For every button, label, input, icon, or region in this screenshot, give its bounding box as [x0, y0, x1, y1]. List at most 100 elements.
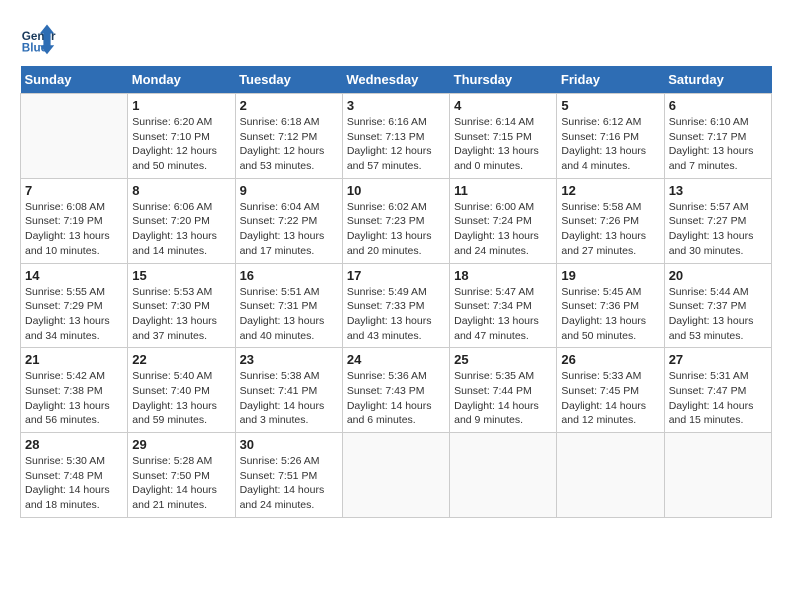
day-number: 19: [561, 268, 659, 283]
sunset-text: Sunset: 7:41 PM: [240, 385, 318, 397]
calendar-day-cell: [664, 433, 771, 518]
daylight-text: Daylight: 13 hours and 59 minutes.: [132, 400, 217, 427]
sunset-text: Sunset: 7:15 PM: [454, 131, 532, 143]
day-info: Sunrise: 6:08 AM Sunset: 7:19 PM Dayligh…: [25, 200, 123, 259]
calendar-day-cell: 22 Sunrise: 5:40 AM Sunset: 7:40 PM Dayl…: [128, 348, 235, 433]
sunrise-text: Sunrise: 6:00 AM: [454, 201, 534, 213]
day-info: Sunrise: 5:47 AM Sunset: 7:34 PM Dayligh…: [454, 285, 552, 344]
daylight-text: Daylight: 13 hours and 43 minutes.: [347, 315, 432, 342]
sunset-text: Sunset: 7:45 PM: [561, 385, 639, 397]
sunrise-text: Sunrise: 6:16 AM: [347, 116, 427, 128]
sunset-text: Sunset: 7:20 PM: [132, 215, 210, 227]
day-info: Sunrise: 6:18 AM Sunset: 7:12 PM Dayligh…: [240, 115, 338, 174]
sunrise-text: Sunrise: 5:42 AM: [25, 370, 105, 382]
sunset-text: Sunset: 7:26 PM: [561, 215, 639, 227]
calendar-day-cell: 25 Sunrise: 5:35 AM Sunset: 7:44 PM Dayl…: [450, 348, 557, 433]
day-info: Sunrise: 6:04 AM Sunset: 7:22 PM Dayligh…: [240, 200, 338, 259]
daylight-text: Daylight: 13 hours and 10 minutes.: [25, 230, 110, 257]
day-number: 20: [669, 268, 767, 283]
day-header-sunday: Sunday: [21, 66, 128, 94]
day-number: 22: [132, 352, 230, 367]
sunset-text: Sunset: 7:38 PM: [25, 385, 103, 397]
sunset-text: Sunset: 7:30 PM: [132, 300, 210, 312]
sunset-text: Sunset: 7:29 PM: [25, 300, 103, 312]
day-info: Sunrise: 5:57 AM Sunset: 7:27 PM Dayligh…: [669, 200, 767, 259]
day-header-saturday: Saturday: [664, 66, 771, 94]
day-number: 4: [454, 98, 552, 113]
day-info: Sunrise: 5:42 AM Sunset: 7:38 PM Dayligh…: [25, 369, 123, 428]
day-info: Sunrise: 5:40 AM Sunset: 7:40 PM Dayligh…: [132, 369, 230, 428]
daylight-text: Daylight: 14 hours and 3 minutes.: [240, 400, 325, 427]
day-info: Sunrise: 5:38 AM Sunset: 7:41 PM Dayligh…: [240, 369, 338, 428]
day-info: Sunrise: 5:49 AM Sunset: 7:33 PM Dayligh…: [347, 285, 445, 344]
calendar-day-cell: 10 Sunrise: 6:02 AM Sunset: 7:23 PM Dayl…: [342, 178, 449, 263]
day-info: Sunrise: 6:06 AM Sunset: 7:20 PM Dayligh…: [132, 200, 230, 259]
page-header: General Blue: [20, 20, 772, 56]
sunset-text: Sunset: 7:34 PM: [454, 300, 532, 312]
daylight-text: Daylight: 13 hours and 0 minutes.: [454, 145, 539, 172]
calendar-day-cell: 1 Sunrise: 6:20 AM Sunset: 7:10 PM Dayli…: [128, 94, 235, 179]
sunrise-text: Sunrise: 5:38 AM: [240, 370, 320, 382]
sunset-text: Sunset: 7:31 PM: [240, 300, 318, 312]
sunrise-text: Sunrise: 6:10 AM: [669, 116, 749, 128]
sunrise-text: Sunrise: 5:35 AM: [454, 370, 534, 382]
day-number: 7: [25, 183, 123, 198]
day-number: 27: [669, 352, 767, 367]
calendar-day-cell: 17 Sunrise: 5:49 AM Sunset: 7:33 PM Dayl…: [342, 263, 449, 348]
day-info: Sunrise: 5:31 AM Sunset: 7:47 PM Dayligh…: [669, 369, 767, 428]
sunrise-text: Sunrise: 6:14 AM: [454, 116, 534, 128]
sunset-text: Sunset: 7:44 PM: [454, 385, 532, 397]
daylight-text: Daylight: 13 hours and 20 minutes.: [347, 230, 432, 257]
daylight-text: Daylight: 13 hours and 4 minutes.: [561, 145, 646, 172]
day-number: 18: [454, 268, 552, 283]
sunrise-text: Sunrise: 5:44 AM: [669, 286, 749, 298]
sunset-text: Sunset: 7:23 PM: [347, 215, 425, 227]
day-number: 21: [25, 352, 123, 367]
day-info: Sunrise: 6:16 AM Sunset: 7:13 PM Dayligh…: [347, 115, 445, 174]
calendar-week-1: 7 Sunrise: 6:08 AM Sunset: 7:19 PM Dayli…: [21, 178, 772, 263]
calendar-week-4: 28 Sunrise: 5:30 AM Sunset: 7:48 PM Dayl…: [21, 433, 772, 518]
sunset-text: Sunset: 7:36 PM: [561, 300, 639, 312]
day-number: 12: [561, 183, 659, 198]
daylight-text: Daylight: 13 hours and 24 minutes.: [454, 230, 539, 257]
daylight-text: Daylight: 12 hours and 50 minutes.: [132, 145, 217, 172]
day-info: Sunrise: 5:26 AM Sunset: 7:51 PM Dayligh…: [240, 454, 338, 513]
day-info: Sunrise: 6:20 AM Sunset: 7:10 PM Dayligh…: [132, 115, 230, 174]
sunrise-text: Sunrise: 6:08 AM: [25, 201, 105, 213]
calendar-week-3: 21 Sunrise: 5:42 AM Sunset: 7:38 PM Dayl…: [21, 348, 772, 433]
sunrise-text: Sunrise: 5:57 AM: [669, 201, 749, 213]
daylight-text: Daylight: 13 hours and 14 minutes.: [132, 230, 217, 257]
daylight-text: Daylight: 14 hours and 21 minutes.: [132, 484, 217, 511]
sunset-text: Sunset: 7:19 PM: [25, 215, 103, 227]
sunrise-text: Sunrise: 5:31 AM: [669, 370, 749, 382]
day-header-wednesday: Wednesday: [342, 66, 449, 94]
daylight-text: Daylight: 13 hours and 50 minutes.: [561, 315, 646, 342]
day-number: 8: [132, 183, 230, 198]
day-number: 26: [561, 352, 659, 367]
calendar-day-cell: 8 Sunrise: 6:06 AM Sunset: 7:20 PM Dayli…: [128, 178, 235, 263]
sunrise-text: Sunrise: 6:02 AM: [347, 201, 427, 213]
day-info: Sunrise: 5:28 AM Sunset: 7:50 PM Dayligh…: [132, 454, 230, 513]
calendar-week-0: 1 Sunrise: 6:20 AM Sunset: 7:10 PM Dayli…: [21, 94, 772, 179]
day-number: 23: [240, 352, 338, 367]
sunrise-text: Sunrise: 5:36 AM: [347, 370, 427, 382]
sunset-text: Sunset: 7:50 PM: [132, 470, 210, 482]
calendar-day-cell: 12 Sunrise: 5:58 AM Sunset: 7:26 PM Dayl…: [557, 178, 664, 263]
daylight-text: Daylight: 12 hours and 57 minutes.: [347, 145, 432, 172]
daylight-text: Daylight: 14 hours and 12 minutes.: [561, 400, 646, 427]
sunset-text: Sunset: 7:43 PM: [347, 385, 425, 397]
calendar-day-cell: 2 Sunrise: 6:18 AM Sunset: 7:12 PM Dayli…: [235, 94, 342, 179]
sunrise-text: Sunrise: 5:40 AM: [132, 370, 212, 382]
daylight-text: Daylight: 13 hours and 37 minutes.: [132, 315, 217, 342]
sunset-text: Sunset: 7:13 PM: [347, 131, 425, 143]
day-number: 28: [25, 437, 123, 452]
day-info: Sunrise: 6:12 AM Sunset: 7:16 PM Dayligh…: [561, 115, 659, 174]
daylight-text: Daylight: 13 hours and 34 minutes.: [25, 315, 110, 342]
daylight-text: Daylight: 14 hours and 18 minutes.: [25, 484, 110, 511]
calendar-day-cell: 5 Sunrise: 6:12 AM Sunset: 7:16 PM Dayli…: [557, 94, 664, 179]
day-info: Sunrise: 5:35 AM Sunset: 7:44 PM Dayligh…: [454, 369, 552, 428]
day-number: 11: [454, 183, 552, 198]
calendar-day-cell: 4 Sunrise: 6:14 AM Sunset: 7:15 PM Dayli…: [450, 94, 557, 179]
day-header-monday: Monday: [128, 66, 235, 94]
sunrise-text: Sunrise: 6:12 AM: [561, 116, 641, 128]
